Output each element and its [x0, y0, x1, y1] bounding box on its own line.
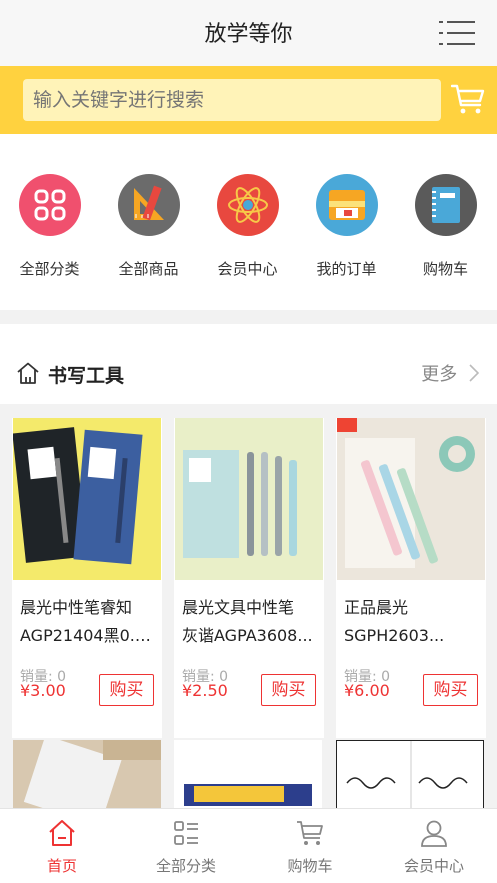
cart-icon	[297, 821, 323, 845]
tab-home[interactable]: 首页	[0, 809, 124, 883]
product-price: ¥2.50	[182, 681, 228, 700]
more-link[interactable]: 更多	[421, 360, 480, 386]
tab-label: 购物车	[287, 857, 333, 875]
menu-icon[interactable]	[439, 20, 475, 46]
more-label: 更多	[421, 364, 458, 385]
product-name-line: AGP21404黑0.5...	[20, 626, 154, 645]
tab-member-center[interactable]: 会员中心	[372, 809, 496, 883]
quick-nav-label: 购物车	[422, 260, 468, 278]
product-name: 正品晨光 SGPH2603...	[336, 580, 486, 660]
pencil-case-icon	[315, 174, 378, 236]
category-list-icon	[174, 821, 198, 845]
product-card[interactable]	[13, 740, 161, 810]
product-card[interactable]: 晨光中性笔睿知 AGP21404黑0.5... 销量: 0 ¥3.00 购买	[12, 418, 162, 738]
bottom-tab-bar: 首页 全部分类 购物车 会员中心	[0, 808, 497, 883]
atom-icon	[216, 174, 279, 236]
product-name-line: SGPH2603...	[344, 626, 445, 645]
product-card[interactable]: 正品晨光 SGPH2603... 销量: 0 ¥6.00 购买	[336, 418, 486, 738]
buy-button[interactable]: 购买	[99, 674, 154, 706]
quick-nav-label: 会员中心	[217, 260, 278, 278]
product-price: ¥6.00	[344, 681, 390, 700]
top-bar: 放学等你	[0, 0, 497, 66]
product-image	[13, 418, 161, 580]
category-grid-icon	[18, 174, 81, 236]
product-name: 晨光中性笔睿知 AGP21404黑0.5...	[12, 580, 162, 660]
page-title: 放学等你	[204, 22, 293, 47]
product-grid: 晨光中性笔睿知 AGP21404黑0.5... 销量: 0 ¥3.00 购买 晨…	[0, 404, 497, 810]
quick-nav-all-categories[interactable]: 全部分类	[0, 174, 99, 279]
product-image	[337, 418, 485, 580]
product-name-line: 晨光文具中性笔	[182, 598, 295, 617]
quick-nav-my-orders[interactable]: 我的订单	[297, 174, 396, 279]
home-icon	[49, 820, 75, 846]
quick-nav-label: 全部分类	[19, 260, 80, 278]
notebook-icon	[414, 174, 477, 236]
tab-cart[interactable]: 购物车	[248, 809, 372, 883]
tab-label: 全部分类	[155, 857, 216, 875]
quick-nav-member-center[interactable]: 会员中心	[198, 174, 297, 279]
quick-nav-all-products[interactable]: 全部商品	[99, 174, 198, 279]
search-input[interactable]	[23, 79, 441, 121]
product-card[interactable]: 晨光文具中性笔 灰谐AGPA3608... 销量: 0 ¥2.50 购买	[174, 418, 324, 738]
tab-label: 会员中心	[403, 857, 464, 875]
product-card[interactable]	[336, 740, 484, 810]
quick-nav-label: 我的订单	[316, 260, 377, 278]
buy-button[interactable]: 购买	[423, 674, 478, 706]
chevron-right-icon	[469, 364, 480, 382]
cart-icon[interactable]	[451, 83, 485, 115]
product-name-line: 晨光中性笔睿知	[20, 598, 133, 617]
quick-nav-label: 全部商品	[118, 260, 179, 278]
tab-all-categories[interactable]: 全部分类	[124, 809, 248, 883]
quick-nav: 全部分类 全部商品 会员中心 我的订单 购物车	[0, 134, 497, 310]
product-card[interactable]	[174, 740, 322, 810]
home-icon	[17, 362, 39, 384]
quick-nav-cart[interactable]: 购物车	[396, 174, 495, 279]
product-name-line: 正品晨光	[344, 598, 409, 617]
tab-label: 首页	[46, 857, 77, 875]
ruler-triangle-icon	[117, 174, 180, 236]
product-name-line: 灰谐AGPA3608...	[182, 626, 313, 645]
product-name: 晨光文具中性笔 灰谐AGPA3608...	[174, 580, 324, 660]
buy-button[interactable]: 购买	[261, 674, 316, 706]
section-title: 书写工具	[48, 365, 125, 387]
section-header: 书写工具 更多	[0, 324, 497, 404]
user-icon	[421, 820, 447, 847]
product-image	[175, 418, 323, 580]
product-price: ¥3.00	[20, 681, 66, 700]
search-bar	[0, 66, 497, 134]
